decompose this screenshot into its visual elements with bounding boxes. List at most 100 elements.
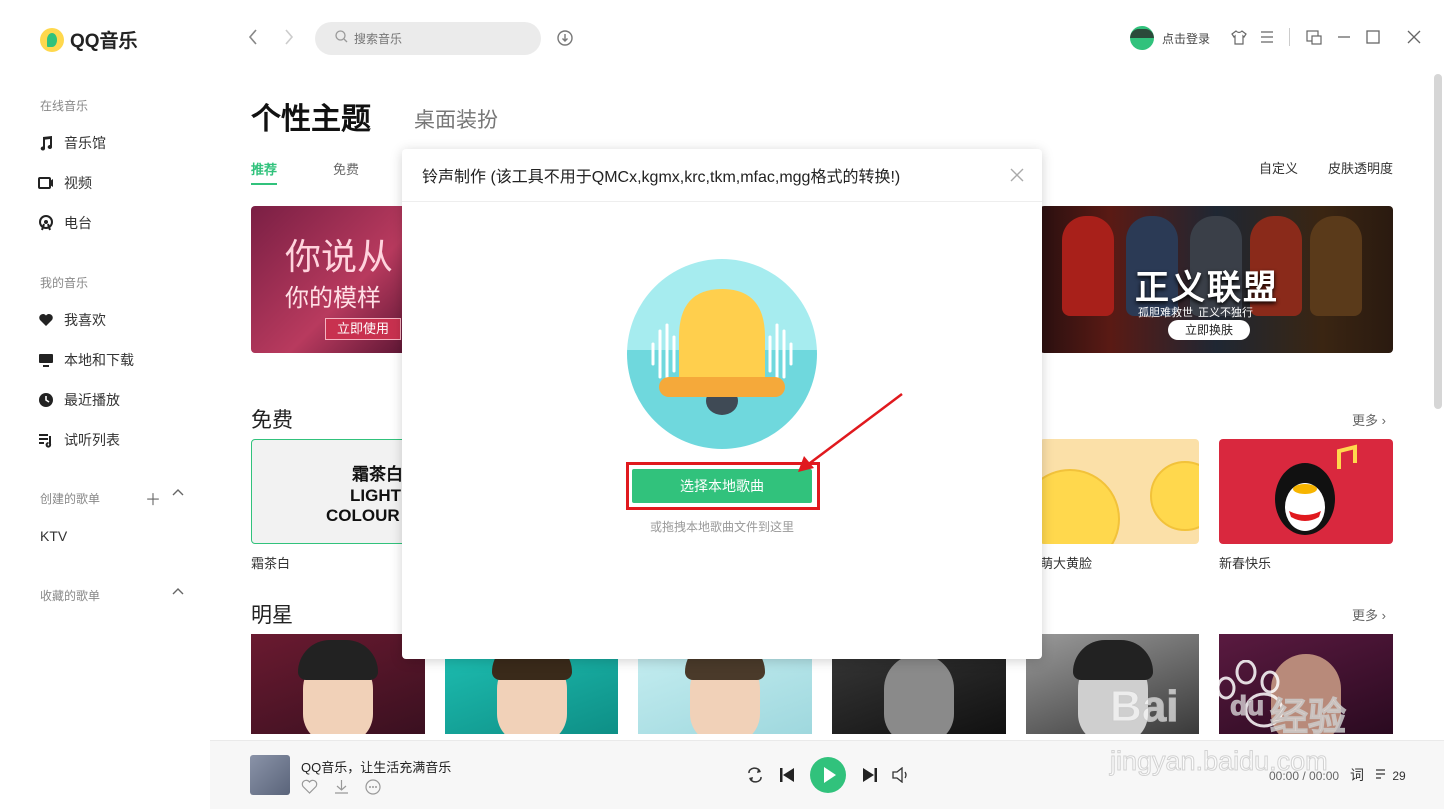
penguin-icon <box>1275 444 1357 535</box>
forward-icon[interactable] <box>283 28 295 51</box>
sidebar-item-local-download[interactable]: 本地和下载 <box>38 350 134 370</box>
search-icon <box>335 29 348 48</box>
use-now-button[interactable]: 立即使用 <box>325 318 401 340</box>
hero-figure <box>1062 216 1114 316</box>
next-track-icon[interactable] <box>862 767 878 788</box>
hero-figure <box>1310 216 1362 316</box>
skin-card-yellow-face[interactable] <box>1040 439 1199 544</box>
change-skin-button[interactable]: 立即换肤 <box>1168 320 1250 340</box>
search-box[interactable] <box>315 22 541 55</box>
song-title[interactable]: QQ音乐，让生活充满音乐 <box>301 757 451 776</box>
sidebar-item-label: 本地和下载 <box>64 352 134 368</box>
music-recognition-icon[interactable] <box>557 29 573 52</box>
card-label: 新春快乐 <box>1219 556 1272 571</box>
watermark-cn: 经验 <box>1269 697 1347 740</box>
sidebar-item-recent[interactable]: 最近播放 <box>38 390 120 410</box>
scrollbar[interactable] <box>1434 74 1442 409</box>
card-label: 霜茶白 <box>251 556 291 571</box>
sidebar-item-label: 最近播放 <box>64 392 120 408</box>
bell-icon <box>651 289 793 415</box>
skin-icon[interactable] <box>1231 30 1247 50</box>
user-login[interactable]: 点击登录 <box>1130 26 1210 50</box>
ringtone-dialog: 铃声制作 (该工具不用于QMCx,kgmx,krc,tkm,mfac,mgg格式… <box>402 149 1042 659</box>
sidebar-item-trial-list[interactable]: 试听列表 <box>38 430 120 450</box>
tab-free[interactable]: 免费 <box>333 159 359 178</box>
card-title: LIGHT <box>350 486 401 505</box>
qq-music-logo-icon <box>40 27 64 52</box>
radio-icon <box>38 215 54 231</box>
more-options-icon[interactable] <box>365 779 381 798</box>
volume-icon[interactable] <box>892 766 910 788</box>
banner-left-line2: 你的模样 <box>285 284 381 312</box>
skin-opacity-link[interactable]: 皮肤透明度 <box>1328 158 1393 177</box>
sidebar-item-favorites[interactable]: 我喜欢 <box>38 310 106 330</box>
like-icon[interactable] <box>301 779 318 797</box>
heart-icon <box>38 312 54 328</box>
skin-card-frost-tea[interactable]: 霜茶白 LIGHT COLOUR <box>251 439 406 544</box>
add-playlist-icon[interactable]: ＋ <box>145 486 161 510</box>
card-title: 霜茶白 <box>352 465 403 484</box>
collapse-created-icon[interactable] <box>171 486 185 505</box>
playlist-button[interactable]: 29 <box>1375 768 1406 783</box>
free-section-title: 免费 <box>251 409 293 432</box>
divider <box>1289 28 1290 46</box>
app-logo[interactable]: QQ音乐 <box>40 26 138 53</box>
monitor-icon <box>38 352 54 368</box>
sidebar-item-music-hall[interactable]: 音乐馆 <box>38 133 106 153</box>
tab-desktop-decoration[interactable]: 桌面装扮 <box>414 104 498 134</box>
mini-mode-icon[interactable] <box>1306 30 1322 50</box>
chevron-right-icon: › <box>1381 608 1386 623</box>
sidebar-item-label: 电台 <box>64 215 92 231</box>
dialog-close-icon[interactable] <box>1010 165 1024 188</box>
banner-justice-league[interactable]: 正义联盟 孤胆难救世 正义不独行 立即换肤 <box>1040 206 1393 353</box>
smiley-decoration <box>1150 461 1199 531</box>
app-name: QQ音乐 <box>70 31 138 52</box>
more-label: 更多 <box>1352 413 1379 428</box>
avatar[interactable] <box>1130 26 1154 50</box>
sidebar-item-radio[interactable]: 电台 <box>38 213 92 233</box>
playlist-icon <box>38 432 54 448</box>
my-music-section-label: 我的音乐 <box>40 276 89 290</box>
online-music-section-label: 在线音乐 <box>40 99 89 113</box>
hair-shape <box>298 640 378 680</box>
star-section-title: 明星 <box>251 604 293 627</box>
login-link[interactable]: 点击登录 <box>1162 30 1210 47</box>
album-cover[interactable] <box>250 755 290 795</box>
sidebar-item-label: 视频 <box>64 175 92 191</box>
back-icon[interactable] <box>247 28 259 51</box>
close-window-icon[interactable] <box>1407 30 1421 49</box>
star-skin-card[interactable] <box>251 634 425 734</box>
menu-icon[interactable] <box>1260 30 1274 49</box>
download-icon[interactable] <box>333 779 350 798</box>
tab-recommended[interactable]: 推荐 <box>251 159 278 185</box>
sidebar-item-label: 音乐馆 <box>64 135 106 151</box>
watermark-brand2: du <box>1229 690 1265 722</box>
minimize-icon[interactable] <box>1337 30 1351 49</box>
video-icon <box>38 175 54 191</box>
bell-illustration <box>627 259 817 449</box>
free-more-link[interactable]: 更多 › <box>1352 410 1386 429</box>
loop-mode-icon[interactable] <box>746 767 764 788</box>
banner-right-sub1: 孤胆难救世 <box>1138 307 1193 319</box>
star-more-link[interactable]: 更多 › <box>1352 605 1386 624</box>
baidu-jingyan-watermark: Bai du 经验 jingyan.baidu.com <box>1108 659 1368 790</box>
previous-track-icon[interactable] <box>779 767 795 788</box>
more-label: 更多 <box>1352 608 1379 623</box>
page-title: 个性主题 <box>251 103 371 136</box>
sidebar-playlist-ktv[interactable]: KTV <box>40 528 67 544</box>
skin-card-spring-festival[interactable] <box>1219 439 1393 544</box>
banner-left[interactable]: 你说从 你的模样 立即使用 <box>251 206 411 353</box>
sidebar-item-video[interactable]: 视频 <box>38 173 92 193</box>
created-playlists-section-label: 创建的歌单 <box>40 492 101 506</box>
drag-drop-hint: 或拖拽本地歌曲文件到这里 <box>649 520 794 534</box>
watermark-url: jingyan.baidu.com <box>1110 746 1329 777</box>
banner-right-title: 正义联盟 <box>1135 269 1279 307</box>
search-input[interactable] <box>354 31 524 46</box>
banner-left-line1: 你说从 <box>285 237 394 278</box>
maximize-icon[interactable] <box>1366 30 1380 49</box>
face-shape <box>884 654 954 734</box>
play-button[interactable] <box>810 757 846 793</box>
dialog-title: 铃声制作 (该工具不用于QMCx,kgmx,krc,tkm,mfac,mgg格式… <box>402 149 1042 202</box>
custom-skin-link[interactable]: 自定义 <box>1259 158 1298 177</box>
collapse-collected-icon[interactable] <box>171 585 185 604</box>
